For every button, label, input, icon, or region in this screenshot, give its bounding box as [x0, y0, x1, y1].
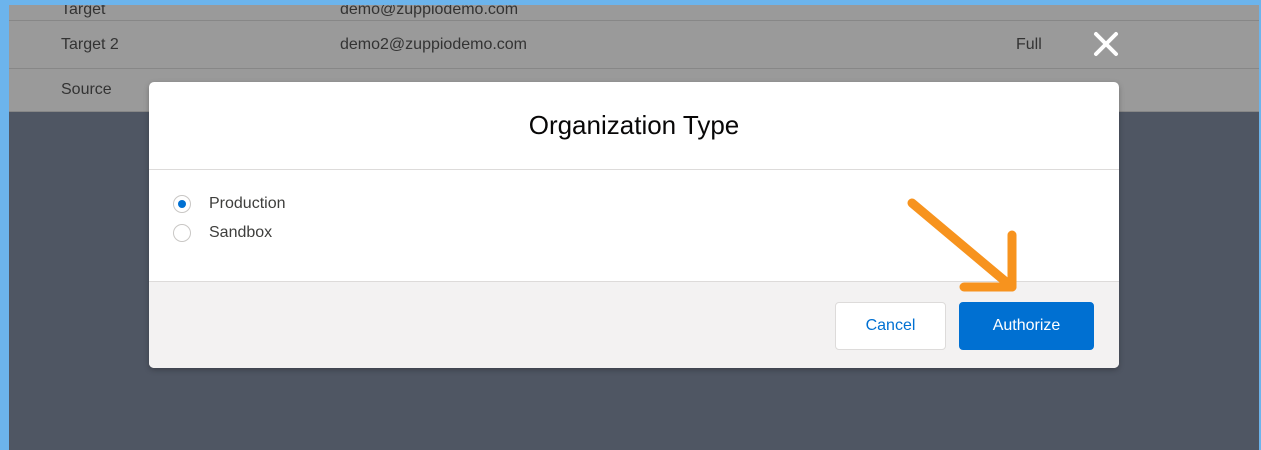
row-label: Target 2: [61, 36, 119, 53]
close-icon[interactable]: [1092, 30, 1120, 58]
radio-checked-icon[interactable]: [173, 195, 191, 213]
row-email: demo2@zuppiodemo.com: [340, 36, 528, 53]
modal-header: Organization Type: [149, 82, 1119, 170]
modal-body: Production Sandbox: [149, 170, 1119, 281]
table-row-target-2: Target 2 demo2@zuppiodemo.com Full: [9, 21, 1259, 69]
radio-label[interactable]: Production: [209, 195, 286, 213]
row-access: Full: [1016, 36, 1042, 53]
cancel-button[interactable]: Cancel: [835, 302, 946, 350]
table-row: Target demo@zuppiodemo.com: [9, 5, 1259, 21]
radio-label[interactable]: Sandbox: [209, 224, 272, 242]
organization-type-modal: Organization Type Production Sandbox Can…: [149, 82, 1119, 368]
row-email: demo@zuppiodemo.com: [340, 5, 519, 18]
radio-unchecked-icon[interactable]: [173, 224, 191, 242]
authorize-button[interactable]: Authorize: [959, 302, 1094, 350]
row-label: Target: [61, 5, 106, 18]
app-background: Target demo@zuppiodemo.com Target 2 demo…: [9, 5, 1259, 450]
modal-title: Organization Type: [528, 110, 740, 140]
screen-frame: Target demo@zuppiodemo.com Target 2 demo…: [0, 0, 1261, 450]
modal-footer: Cancel Authorize: [149, 281, 1119, 368]
row-label: Source: [61, 81, 112, 98]
